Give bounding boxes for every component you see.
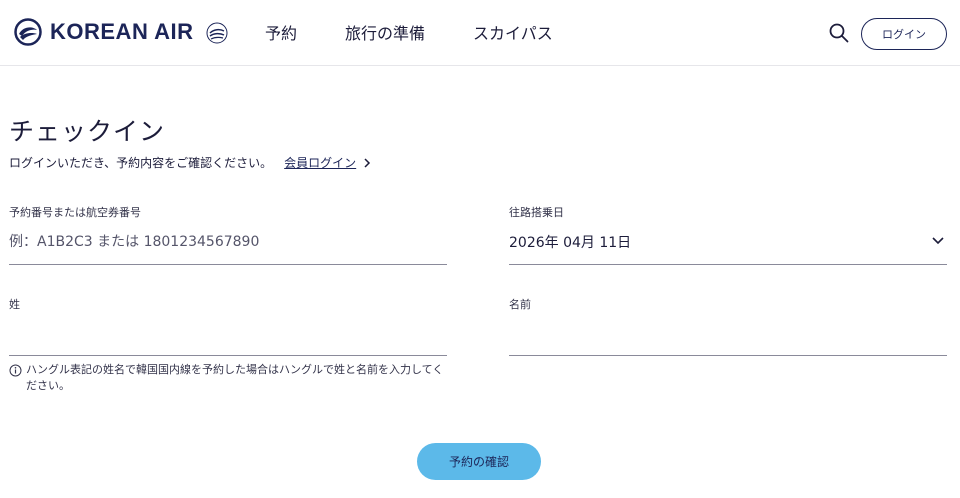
korean-air-logo[interactable]: KOREAN AIR — [14, 16, 232, 48]
nav-item-travel-prep[interactable]: 旅行の準備 — [345, 20, 425, 44]
korean-air-logo-icon — [14, 18, 42, 46]
page-title: チェックイン — [9, 117, 166, 146]
skyteam-logo-icon — [206, 22, 228, 44]
departure-date-value[interactable]: 2026年 04月 11日 — [509, 232, 631, 252]
last-name-field: 姓 — [9, 296, 447, 356]
last-name-label: 姓 — [9, 298, 20, 311]
departure-date-label: 往路搭乗日 — [509, 206, 564, 219]
departure-date-field[interactable]: 往路搭乗日 2026年 04月 11日 — [509, 204, 947, 265]
first-name-field: 名前 — [509, 296, 947, 356]
nav-item-reservation[interactable]: 予約 — [265, 20, 297, 44]
main-nav: 予約 旅行の準備 スカイパス — [265, 20, 601, 44]
login-prompt: ログインいただき、予約内容をご確認ください。 会員ログイン — [9, 154, 372, 171]
login-button[interactable]: ログイン — [861, 18, 947, 50]
first-name-label: 名前 — [509, 298, 531, 311]
search-icon[interactable] — [828, 22, 850, 44]
member-login-link[interactable]: 会員ログイン — [284, 154, 356, 171]
confirm-reservation-button[interactable]: 予約の確認 — [417, 443, 541, 480]
logo-text: KOREAN AIR — [50, 19, 194, 44]
pnr-label: 予約番号または航空券番号 — [9, 206, 141, 219]
chevron-down-icon[interactable] — [931, 236, 945, 246]
login-prompt-text: ログインいただき、予約内容をご確認ください。 — [9, 156, 273, 170]
info-icon — [9, 364, 22, 377]
last-name-input[interactable] — [9, 322, 447, 346]
site-header: KOREAN AIR 予約 旅行の準備 スカイパス ログイン — [0, 0, 960, 66]
pnr-field: 予約番号または航空券番号 — [9, 204, 447, 265]
nav-item-skypass[interactable]: スカイパス — [473, 20, 553, 44]
hangul-notice: ハングル表記の姓名で韓国国内線を予約した場合はハングルで姓と名前を入力してくださ… — [9, 362, 449, 394]
hangul-notice-text: ハングル表記の姓名で韓国国内線を予約した場合はハングルで姓と名前を入力してくださ… — [26, 363, 444, 392]
chevron-right-icon[interactable] — [362, 157, 372, 169]
pnr-input[interactable] — [9, 230, 447, 254]
first-name-input[interactable] — [509, 322, 947, 346]
